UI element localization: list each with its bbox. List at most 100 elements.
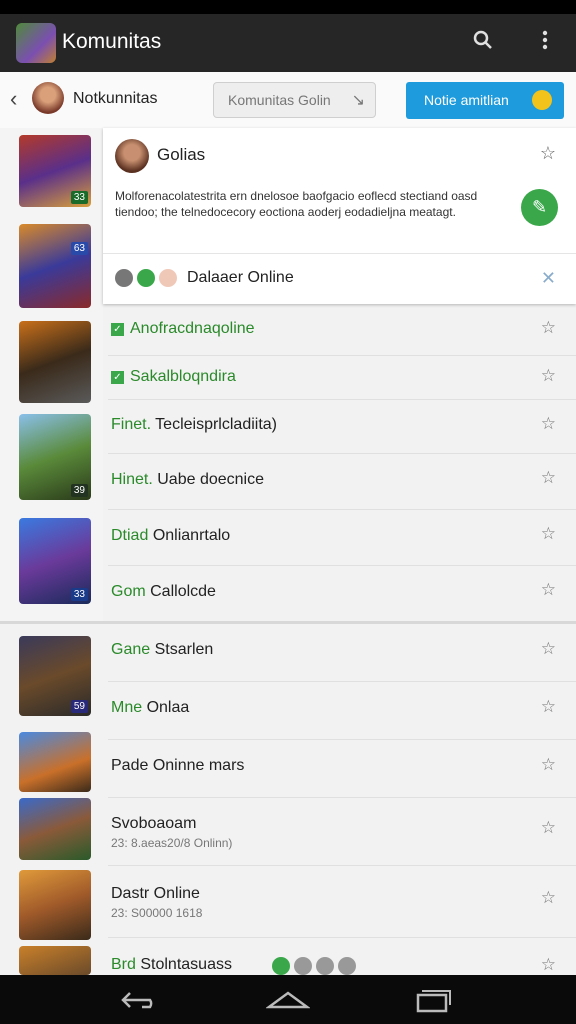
- star-icon[interactable]: ☆: [541, 755, 556, 775]
- game-thumbnail[interactable]: [19, 732, 91, 792]
- list-item[interactable]: Dastr Online 23: S00000 1618 ☆: [108, 866, 576, 938]
- search-placeholder: Komunitas Golin: [228, 92, 331, 108]
- list-item-sub: 23: 8.aeas20/8 Onlinn): [111, 836, 233, 850]
- thumb-badge: 39: [70, 484, 88, 497]
- thumbnail-column: 33 63 39 33: [0, 128, 103, 624]
- back-icon[interactable]: [118, 987, 162, 1013]
- list-item[interactable]: Svoboaoam 23: 8.aeas20/8 Onlinn) ☆: [108, 798, 576, 866]
- list-item[interactable]: Gom Callolcde ☆: [108, 566, 576, 621]
- list-item[interactable]: Finet. Tecleisprlcladiita) ☆: [108, 400, 576, 454]
- list-item[interactable]: Hinet. Uabe doecnice ☆: [108, 454, 576, 510]
- list-item-prefix: Gane: [111, 641, 151, 658]
- game-thumbnail[interactable]: 39: [19, 414, 91, 500]
- recents-icon[interactable]: [410, 987, 454, 1013]
- list-item-sub: 23: S00000 1618: [111, 906, 203, 920]
- app-logo: [16, 23, 56, 63]
- gear-icon: [115, 269, 133, 287]
- list-item-text: Stsarlen: [154, 641, 214, 658]
- circle-icon: [338, 957, 356, 975]
- thumb-badge: 63: [70, 242, 88, 255]
- list-item[interactable]: Mne Onlaa ☆: [108, 682, 576, 740]
- list-item-label: Gane Stsarlen: [111, 641, 213, 659]
- star-icon[interactable]: ☆: [541, 318, 556, 338]
- list-item-text: Anofracdnaqoline: [130, 320, 255, 337]
- star-icon[interactable]: ☆: [541, 580, 556, 600]
- star-icon[interactable]: ☆: [541, 888, 556, 908]
- card-description: Molforenacolatestrita ern dnelosoe baofg…: [115, 189, 478, 219]
- list-item-label: Gom Callolcde: [111, 583, 216, 601]
- star-icon[interactable]: ☆: [540, 143, 556, 164]
- star-icon[interactable]: ☆: [541, 818, 556, 838]
- checkbox-icon[interactable]: ✓: [111, 371, 124, 384]
- back-chevron-icon[interactable]: ‹: [10, 86, 17, 112]
- online-icon: [137, 269, 155, 287]
- game-thumbnail[interactable]: [19, 321, 91, 403]
- star-icon[interactable]: ☆: [541, 366, 556, 386]
- list-item-label: Pade Oninne mars: [111, 757, 245, 774]
- card-avatar[interactable]: [115, 139, 149, 173]
- status-bar: [0, 0, 576, 14]
- thumb-badge: 33: [70, 191, 88, 204]
- app-bar: Komunitas: [0, 14, 576, 72]
- list-item-prefix: Gom: [111, 583, 146, 600]
- checkbox-icon[interactable]: ✓: [111, 323, 124, 336]
- circle-icon: [159, 269, 177, 287]
- selected-community-card: Golias ☆ Molforenacolatestrita ern dnelo…: [103, 128, 576, 304]
- list-item-text: Sakalbloqndira: [130, 368, 236, 385]
- notification-button-label: Notie amitlian: [424, 92, 509, 108]
- game-thumbnail[interactable]: [19, 870, 91, 940]
- list-item[interactable]: Dtiad Onlianrtalo ☆: [108, 510, 576, 566]
- list-item-prefix: Hinet.: [111, 471, 153, 488]
- list-item-prefix: Brd: [111, 956, 136, 973]
- card-title: Golias: [157, 145, 206, 164]
- star-icon[interactable]: ☆: [541, 697, 556, 717]
- game-thumbnail[interactable]: 33: [19, 518, 91, 604]
- list-item-prefix: Finet.: [111, 416, 152, 433]
- list-item[interactable]: Gane Stsarlen ☆: [108, 624, 576, 682]
- close-icon[interactable]: ✕: [541, 268, 556, 289]
- list-item-text: Onlianrtalo: [152, 527, 231, 544]
- home-icon[interactable]: [265, 987, 311, 1013]
- list-item[interactable]: ✓ Sakalbloqndira ☆: [108, 356, 576, 400]
- search-input[interactable]: Komunitas Golin ↘: [213, 82, 376, 118]
- wrench-icon: ↘: [351, 92, 365, 109]
- list-item-text: Callolcde: [150, 583, 216, 600]
- card-status-icons: [115, 269, 181, 287]
- list-item[interactable]: ✓ Anofracdnaqoline ☆: [108, 304, 576, 356]
- star-icon[interactable]: ☆: [541, 955, 556, 975]
- more-options-icon[interactable]: [530, 28, 560, 58]
- game-thumbnail[interactable]: 33: [19, 135, 91, 207]
- circle-icon: [294, 957, 312, 975]
- list-item-label: Dtiad Onlianrtalo: [111, 527, 230, 545]
- thumb-badge: 33: [70, 588, 88, 601]
- edit-button[interactable]: ✎: [521, 189, 558, 226]
- thumb-badge: 59: [70, 700, 88, 713]
- list-item-label: Brd Stolntasuass: [111, 956, 232, 974]
- list-item-prefix: Dtiad: [111, 527, 149, 544]
- game-thumbnail[interactable]: [19, 946, 91, 975]
- list-item-label: Finet. Tecleisprlcladiita): [111, 416, 277, 434]
- card-online-status: Dalaaer Online: [187, 269, 294, 286]
- list-item-label: ✓ Anofracdnaqoline: [111, 320, 255, 338]
- star-icon[interactable]: ☆: [541, 414, 556, 434]
- sub-header-title: Notkunnitas: [73, 90, 158, 107]
- list-item-label: Mne Onlaa: [111, 699, 189, 717]
- game-thumbnail[interactable]: [19, 798, 91, 860]
- game-thumbnail[interactable]: 63: [19, 224, 91, 308]
- list-item-label: Hinet. Uabe doecnice: [111, 471, 264, 489]
- game-thumbnail[interactable]: 59: [19, 636, 91, 716]
- star-icon[interactable]: ☆: [541, 468, 556, 488]
- list-item-label: Dastr Online: [111, 885, 200, 902]
- bell-icon: [532, 90, 552, 110]
- system-navigation-bar: [0, 975, 576, 1024]
- notification-button[interactable]: Notie amitlian: [406, 82, 564, 119]
- star-icon[interactable]: ☆: [541, 524, 556, 544]
- list-item-text: Onlaa: [146, 699, 190, 716]
- star-icon[interactable]: ☆: [541, 639, 556, 659]
- card-divider: [103, 253, 576, 254]
- search-icon[interactable]: [468, 28, 498, 58]
- list-item-text: Stolntasuass: [140, 956, 232, 973]
- list-item-text: Uabe doecnice: [157, 471, 264, 488]
- avatar[interactable]: [32, 82, 64, 114]
- list-item[interactable]: Pade Oninne mars ☆: [108, 740, 576, 798]
